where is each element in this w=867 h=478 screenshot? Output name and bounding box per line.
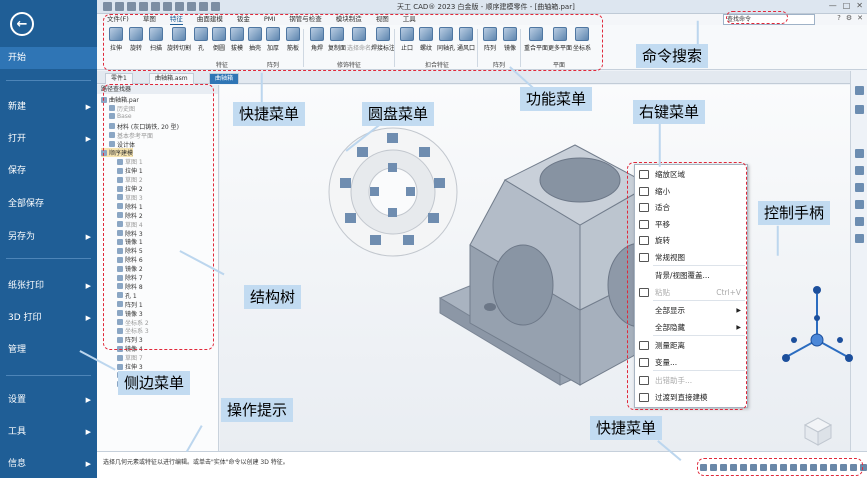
annotation-command-search: 命令搜索 [636, 44, 709, 68]
annotation-box-search [726, 11, 788, 24]
annotation-side-menu: 侧边菜单 [118, 371, 191, 395]
annotation-box-ribbon [103, 14, 603, 71]
annotation-operation-tip: 操作提示 [221, 398, 294, 422]
leader-line [777, 225, 779, 256]
annotation-radial-menu: 圆盘菜单 [362, 102, 435, 126]
annotation-box-tree [103, 84, 214, 350]
annotation-quick-menu: 快捷菜单 [233, 102, 306, 126]
annotation-quick-menu-bottom: 快捷菜单 [590, 416, 663, 440]
annotation-box-context-menu [627, 162, 747, 410]
leader-line [697, 20, 699, 47]
leader-line [261, 72, 263, 103]
annotation-structure-tree: 结构树 [244, 285, 302, 309]
annotation-right-click-menu: 右键菜单 [633, 100, 706, 124]
annotation-control-handle: 控制手柄 [758, 201, 831, 225]
annotation-box-quick-toolbar [697, 458, 863, 476]
annotation-function-menu: 功能菜单 [520, 87, 593, 111]
